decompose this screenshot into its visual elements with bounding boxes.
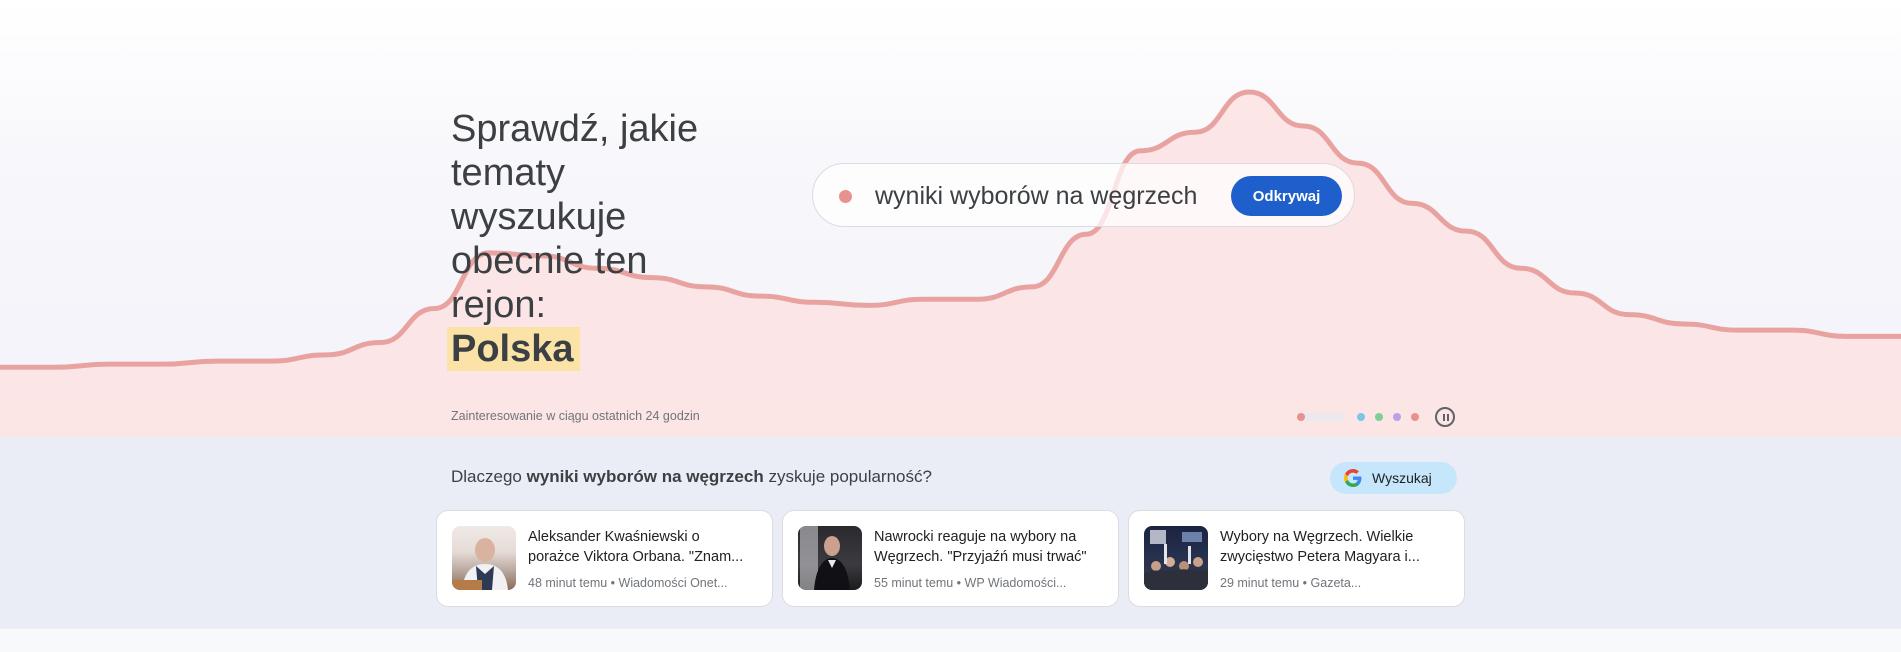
page-headline: Sprawdź, jakie tematy wyszukuje obecnie … bbox=[447, 107, 741, 371]
news-thumbnail bbox=[1144, 526, 1208, 590]
trending-search-term: wyniki wyborów na węgrzech bbox=[875, 182, 1198, 210]
news-card[interactable]: Wybory na Węgrzech. Wielkie zwycięstwo P… bbox=[1128, 510, 1465, 607]
news-meta: 55 minut temu • WP Wiadomości... bbox=[874, 576, 1067, 590]
trend-area bbox=[0, 92, 1901, 437]
google-g-icon bbox=[1344, 469, 1362, 487]
chart-caption: Zainteresowanie w ciągu ostatnich 24 god… bbox=[451, 409, 700, 423]
carousel-dot-4[interactable] bbox=[1393, 413, 1401, 421]
carousel-indicator bbox=[1294, 407, 1464, 427]
why-trending-heading: Dlaczego wyniki wyborów na węgrzech zysk… bbox=[451, 467, 932, 487]
why-term: wyniki wyborów na węgrzech bbox=[526, 467, 764, 486]
news-thumbnail bbox=[798, 526, 862, 590]
trend-dot-icon bbox=[839, 190, 852, 203]
region-highlight: Polska bbox=[447, 327, 580, 371]
headline-text: Sprawdź, jakie tematy wyszukuje obecnie … bbox=[451, 108, 699, 326]
why-suffix: zyskuje popularność? bbox=[768, 467, 932, 486]
news-card[interactable]: Aleksander Kwaśniewski o porażce Viktora… bbox=[436, 510, 773, 607]
news-title: Aleksander Kwaśniewski o porażce Viktora… bbox=[528, 529, 744, 565]
news-title: Nawrocki reaguje na wybory na Węgrzech. … bbox=[874, 529, 1087, 565]
google-search-label: Wyszukaj bbox=[1372, 470, 1432, 486]
carousel-dot-active[interactable] bbox=[1297, 413, 1345, 421]
news-meta: 29 minut temu • Gazeta... bbox=[1220, 576, 1362, 590]
carousel-dot-5[interactable] bbox=[1411, 413, 1419, 421]
person-photo-icon bbox=[800, 526, 850, 590]
crowd-photo-icon bbox=[1144, 530, 1208, 590]
person-photo-icon bbox=[452, 538, 508, 590]
pause-icon[interactable] bbox=[1435, 407, 1455, 427]
news-meta: 48 minut temu • Wiadomości Onet... bbox=[528, 576, 728, 590]
trending-search-pill[interactable]: wyniki wyborów na węgrzech Odkrywaj bbox=[812, 163, 1355, 227]
discover-button[interactable]: Odkrywaj bbox=[1231, 176, 1342, 216]
carousel-dot-2[interactable] bbox=[1357, 413, 1365, 421]
news-title: Wybory na Węgrzech. Wielkie zwycięstwo P… bbox=[1220, 529, 1420, 565]
trend-hero: Sprawdź, jakie tematy wyszukuje obecnie … bbox=[0, 0, 1901, 437]
carousel-dot-3[interactable] bbox=[1375, 413, 1383, 421]
google-search-button[interactable]: Wyszukaj bbox=[1330, 462, 1457, 494]
explanation-section: Dlaczego wyniki wyborów na węgrzech zysk… bbox=[0, 437, 1901, 629]
news-card[interactable]: Nawrocki reaguje na wybory na Węgrzech. … bbox=[782, 510, 1119, 607]
why-prefix: Dlaczego bbox=[451, 467, 522, 486]
news-thumbnail bbox=[452, 526, 516, 590]
